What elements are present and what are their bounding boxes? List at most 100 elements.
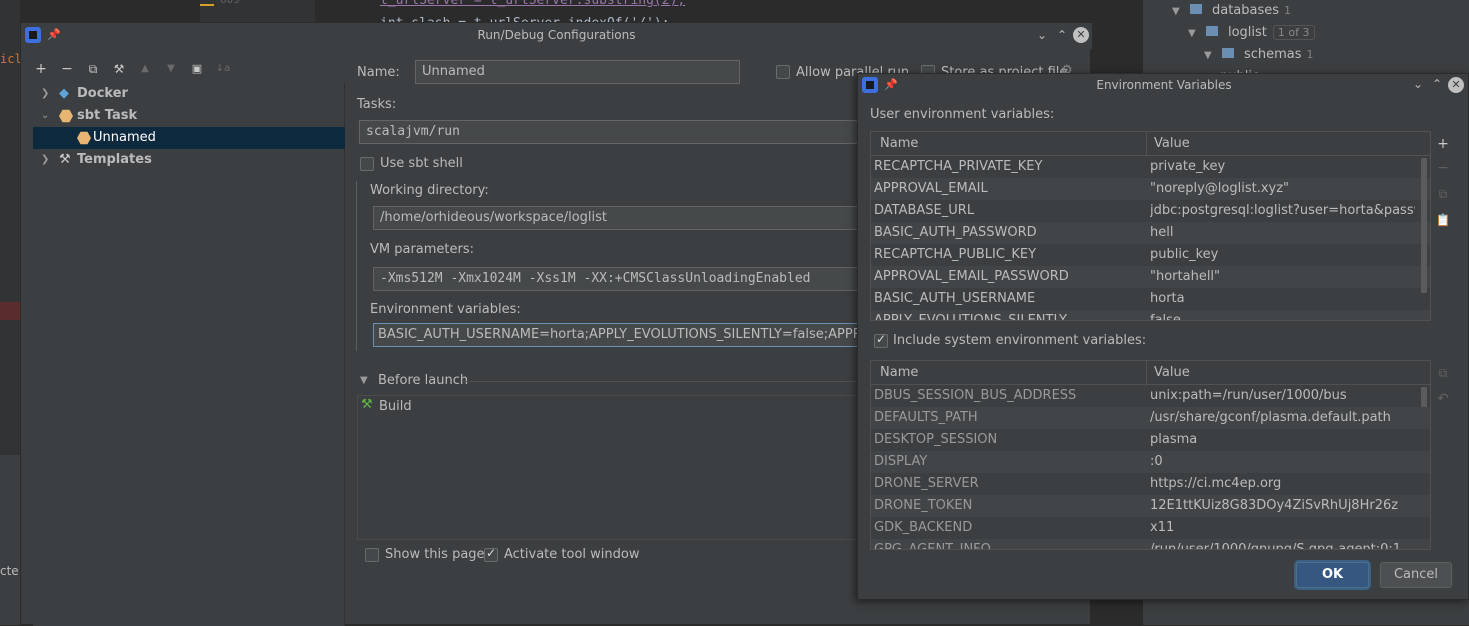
move-down-icon[interactable]: ▼ — [163, 61, 179, 77]
show-page-checkbox[interactable] — [365, 548, 379, 562]
cell-value[interactable]: /run/user/1000/gnupg/S.gpg-agent:0:1 — [1150, 539, 1415, 549]
copy-icon[interactable]: ⧉ — [1435, 365, 1451, 381]
scrollbar-thumb[interactable] — [1421, 158, 1427, 293]
table-row[interactable]: BASIC_AUTH_PASSWORD hell — [871, 222, 1430, 244]
vm-params-input[interactable]: -Xms512M -Xmx1024M -Xss1M -XX:+CMSClassU… — [373, 267, 859, 291]
maximize-icon[interactable]: ⌃ — [1054, 27, 1070, 43]
name-input[interactable]: Unnamed — [415, 60, 740, 84]
copy-icon[interactable]: ⧉ — [1435, 186, 1451, 202]
cell-value[interactable]: unix:path=/run/user/1000/bus — [1150, 385, 1415, 407]
tree-item-docker[interactable]: ❯ ◆ Docker — [33, 83, 345, 105]
activate-tool-checkbox[interactable] — [484, 546, 498, 562]
tree-item-databases[interactable]: ▼ databases 1 — [1160, 0, 1315, 22]
sort-icon[interactable]: ↓a — [215, 61, 231, 77]
cell-name[interactable]: GPG_AGENT_INFO — [874, 539, 1144, 549]
cell-name[interactable]: DEFAULTS_PATH — [874, 407, 1144, 429]
cell-name[interactable]: APPROVAL_EMAIL_PASSWORD — [874, 266, 1144, 288]
table-row[interactable]: DBUS_SESSION_BUS_ADDRESS unix:path=/run/u… — [871, 385, 1430, 407]
tree-item-schemas[interactable]: ▼ schemas 1 — [1160, 44, 1315, 66]
cell-name[interactable]: DRONE_TOKEN — [874, 495, 1144, 517]
remove-icon[interactable]: − — [1435, 160, 1451, 176]
cell-value[interactable]: https://ci.mc4ep.org — [1150, 473, 1415, 495]
chevron-down-icon[interactable]: ▼ — [360, 375, 368, 386]
column-header-name[interactable]: Name — [880, 136, 918, 151]
allow-parallel-checkbox[interactable] — [776, 65, 790, 79]
cell-value[interactable]: "noreply@loglist.xyz" — [1150, 178, 1415, 200]
column-header-value[interactable]: Value — [1154, 365, 1190, 380]
wrench-icon[interactable]: ⚒ — [111, 61, 127, 77]
cell-value[interactable]: false — [1150, 310, 1415, 320]
table-row[interactable]: GDK_BACKEND x11 — [871, 517, 1430, 539]
table-row[interactable]: RECAPTCHA_PRIVATE_KEY private_key — [871, 156, 1430, 178]
copy-icon[interactable]: ⧉ — [85, 61, 101, 77]
table-row[interactable]: RECAPTCHA_PUBLIC_KEY public_key — [871, 244, 1430, 266]
cell-name[interactable]: DBUS_SESSION_BUS_ADDRESS — [874, 385, 1144, 407]
column-header-value[interactable]: Value — [1154, 136, 1190, 151]
cell-name[interactable]: DISPLAY — [874, 451, 1144, 473]
cell-value[interactable]: x11 — [1150, 517, 1415, 539]
tasks-input[interactable]: scalajvm/run — [359, 120, 859, 144]
cancel-button[interactable]: Cancel — [1380, 562, 1452, 588]
use-sbt-shell-checkbox[interactable] — [360, 157, 374, 171]
paste-icon[interactable]: 📋 — [1435, 212, 1451, 228]
cell-name[interactable]: DESKTOP_SESSION — [874, 429, 1144, 451]
maximize-icon[interactable]: ⌃ — [1429, 76, 1445, 92]
tree-item-loglist[interactable]: ▼ loglist 1 of 3 — [1160, 22, 1315, 44]
scrollbar[interactable] — [1420, 385, 1428, 549]
tree-item-sbt-task[interactable]: ⌄ sbt Task — [33, 105, 345, 127]
cell-value[interactable]: private_key — [1150, 156, 1415, 178]
working-dir-input[interactable]: /home/orhideous/workspace/loglist — [373, 206, 859, 230]
cell-value[interactable]: 12E1ttKUiz8G83DOy4ZiSvRhUj8Hr26z — [1150, 495, 1415, 517]
use-sbt-shell-label: Use sbt shell — [380, 156, 463, 171]
close-icon[interactable]: ✕ — [1448, 77, 1464, 93]
cell-value[interactable]: :0 — [1150, 451, 1415, 473]
minimize-icon[interactable]: ⌄ — [1410, 76, 1426, 92]
table-row[interactable]: DISPLAY :0 — [871, 451, 1430, 473]
table-row[interactable]: DATABASE_URL jdbc:postgresql:loglist?user… — [871, 200, 1430, 222]
cell-name[interactable]: GDK_BACKEND — [874, 517, 1144, 539]
cell-name[interactable]: APPROVAL_EMAIL — [874, 178, 1144, 200]
scrollbar-thumb[interactable] — [1421, 387, 1427, 407]
table-row[interactable]: DRONE_SERVER https://ci.mc4ep.org — [871, 473, 1430, 495]
table-row[interactable]: GPG_AGENT_INFO/run/user/1000/gnupg/S.gpg… — [871, 539, 1430, 549]
undo-icon[interactable]: ↶ — [1435, 391, 1451, 407]
cell-name[interactable]: RECAPTCHA_PRIVATE_KEY — [874, 156, 1144, 178]
tree-item-templates[interactable]: ❯ ⚒ Templates — [33, 149, 345, 171]
add-icon[interactable]: + — [1435, 136, 1451, 152]
column-header-name[interactable]: Name — [880, 365, 918, 380]
remove-icon[interactable]: − — [59, 61, 75, 77]
close-icon[interactable]: ✕ — [1073, 27, 1089, 43]
table-row[interactable]: DRONE_TOKEN 12E1ttKUiz8G83DOy4ZiSvRhUj8Hr… — [871, 495, 1430, 517]
tree-item-unnamed[interactable]: Unnamed — [33, 127, 345, 149]
table-row[interactable]: BASIC_AUTH_USERNAME horta — [871, 288, 1430, 310]
move-up-icon[interactable]: ▲ — [137, 61, 153, 77]
add-icon[interactable]: + — [33, 61, 49, 77]
scrollbar[interactable] — [1420, 156, 1428, 320]
cell-name[interactable]: BASIC_AUTH_PASSWORD — [874, 222, 1144, 244]
tree-label: Unnamed — [93, 130, 156, 145]
table-row[interactable]: APPROVAL_EMAIL_PASSWORD "hortahell" — [871, 266, 1430, 288]
cell-value[interactable]: horta — [1150, 288, 1415, 310]
folder-add-icon[interactable]: ▣ — [189, 61, 205, 77]
list-item[interactable]: ⚒ Build — [358, 396, 866, 418]
table-row[interactable]: DESKTOP_SESSION plasma — [871, 429, 1430, 451]
cell-value[interactable]: hell — [1150, 222, 1415, 244]
cell-name[interactable]: DATABASE_URL — [874, 200, 1144, 222]
cell-name[interactable]: DRONE_SERVER — [874, 473, 1144, 495]
cell-name[interactable]: APPLY_EVOLUTIONS_SILENTLY — [874, 310, 1144, 320]
env-vars-input[interactable]: BASIC_AUTH_USERNAME=horta;APPLY_EVOLUTIO… — [373, 323, 859, 347]
minimize-icon[interactable]: ⌄ — [1034, 27, 1050, 43]
cell-value[interactable]: /usr/share/gconf/plasma.default.path — [1150, 407, 1415, 429]
cell-name[interactable]: BASIC_AUTH_USERNAME — [874, 288, 1144, 310]
table-row[interactable]: DEFAULTS_PATH/usr/share/gconf/plasma.def… — [871, 407, 1430, 429]
ok-button[interactable]: OK — [1296, 562, 1369, 588]
cell-value[interactable]: jdbc:postgresql:loglist?user=horta&passw… — [1150, 200, 1415, 222]
cell-value[interactable]: "hortahell" — [1150, 266, 1415, 288]
table-row[interactable]: APPLY_EVOLUTIONS_SILENTLY false — [871, 310, 1430, 320]
table-row[interactable]: APPROVAL_EMAIL "noreply@loglist.xyz" — [871, 178, 1430, 200]
include-system-checkbox[interactable] — [874, 332, 888, 348]
before-launch-label[interactable]: Before launch — [378, 373, 468, 388]
cell-name[interactable]: RECAPTCHA_PUBLIC_KEY — [874, 244, 1144, 266]
cell-value[interactable]: plasma — [1150, 429, 1415, 451]
cell-value[interactable]: public_key — [1150, 244, 1415, 266]
